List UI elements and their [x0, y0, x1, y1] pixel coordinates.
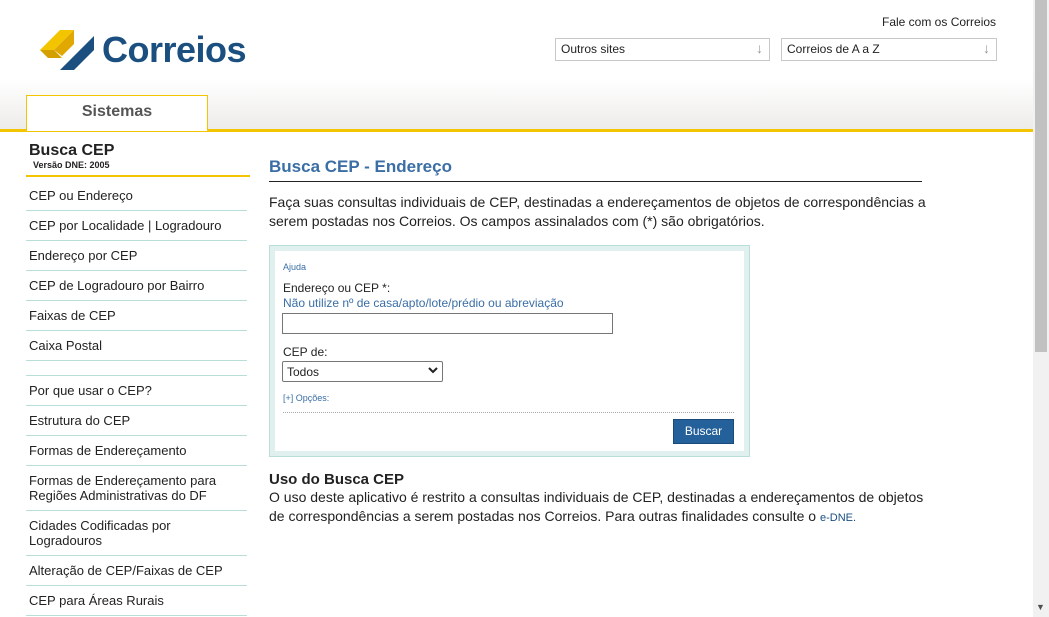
sidebar-item-formas-enderecamento[interactable]: Formas de Endereçamento	[26, 436, 247, 466]
sidebar-item-por-que-usar-cep[interactable]: Por que usar o CEP?	[26, 376, 247, 406]
e-dne-link[interactable]: e-DNE.	[820, 512, 856, 524]
arrow-down-icon: ↓	[983, 40, 990, 56]
sidebar-item-faixas-cep[interactable]: Faixas de CEP	[26, 301, 247, 331]
scroll-down-icon[interactable]: ▼	[1036, 602, 1045, 612]
sidebar-item-cep-por-localidade[interactable]: CEP por Localidade | Logradouro	[26, 211, 247, 241]
logo-text: Correios	[102, 29, 247, 70]
contact-link[interactable]: Fale com os Correios	[882, 15, 996, 29]
dne-version: Versão DNE: 2005	[33, 160, 110, 170]
search-form-panel: Ajuda Endereço ou CEP *: Não utilize nº …	[269, 245, 750, 457]
other-sites-label: Outros sites	[561, 42, 626, 56]
correios-logo[interactable]: Correios	[38, 28, 247, 72]
intro-text: Faça suas consultas individuais de CEP, …	[269, 194, 926, 229]
address-input[interactable]	[282, 313, 613, 334]
usage-title: Uso do Busca CEP	[269, 471, 405, 488]
arrow-down-icon: ↓	[756, 40, 763, 56]
sidebar-divider	[26, 175, 250, 177]
sidebar-item-cep-areas-rurais[interactable]: CEP para Áreas Rurais	[26, 586, 247, 616]
sidebar-title: Busca CEP	[29, 142, 115, 159]
other-sites-dropdown[interactable]: Outros sites ↓	[555, 38, 770, 61]
help-link[interactable]: Ajuda	[283, 262, 306, 272]
tab-sistemas[interactable]: Sistemas	[26, 95, 208, 131]
sidebar-item-caixa-postal[interactable]: Caixa Postal	[26, 331, 247, 361]
sidebar-item-endereco-por-cep[interactable]: Endereço por CEP	[26, 241, 247, 271]
sidebar-item-cep-ou-endereco[interactable]: CEP ou Endereço	[26, 180, 247, 211]
title-divider	[269, 181, 922, 182]
sidebar-item-alteracao-cep[interactable]: Alteração de CEP/Faixas de CEP	[26, 556, 247, 586]
sidebar-spacer	[26, 361, 247, 376]
cep-type-value: Todos	[287, 365, 320, 379]
correios-a-z-label: Correios de A a Z	[787, 42, 880, 56]
sidebar-item-cep-logradouro-bairro[interactable]: CEP de Logradouro por Bairro	[26, 271, 247, 301]
cep-type-select[interactable]: Todos	[282, 361, 443, 382]
scrollbar-thumb[interactable]	[1035, 0, 1047, 352]
sidebar-item-cidades-codificadas[interactable]: Cidades Codificadas por Logradouros	[26, 511, 247, 556]
search-form: Ajuda Endereço ou CEP *: Não utilize nº …	[275, 251, 744, 451]
usage-text: O uso deste aplicativo é restrito a cons…	[269, 488, 939, 528]
search-button[interactable]: Buscar	[673, 419, 734, 444]
address-label: Endereço ou CEP *:	[283, 281, 391, 295]
sidebar-item-formas-enderecamento-df[interactable]: Formas de Endereçamento para Regiões Adm…	[26, 466, 247, 511]
form-divider	[283, 412, 734, 413]
sidebar-item-estrutura-cep[interactable]: Estrutura do CEP	[26, 406, 247, 436]
sidebar-menu: CEP ou Endereço CEP por Localidade | Log…	[26, 180, 247, 616]
correios-a-z-dropdown[interactable]: Correios de A a Z ↓	[781, 38, 997, 61]
options-toggle-link[interactable]: [+] Opções:	[283, 393, 329, 403]
chevron-down-icon	[428, 363, 438, 380]
cep-type-label: CEP de:	[283, 345, 328, 359]
page-title: Busca CEP - Endereço	[269, 157, 452, 176]
correios-logo-icon	[40, 30, 94, 70]
address-hint: Não utilize nº de casa/apto/lote/prédio …	[283, 296, 564, 310]
